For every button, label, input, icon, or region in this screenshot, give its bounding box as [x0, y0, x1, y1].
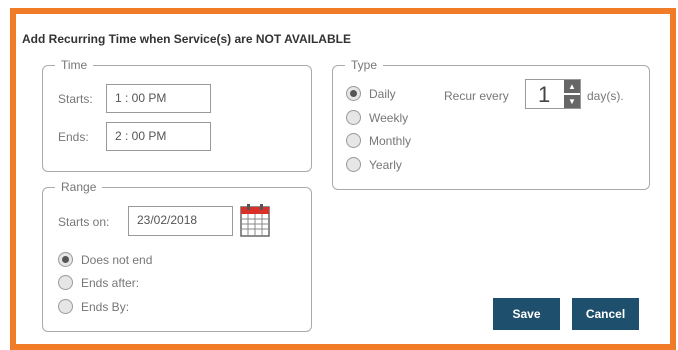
type-option-label: Daily [369, 86, 396, 101]
starts-on-label: Starts on: [58, 215, 110, 229]
range-legend: Range [61, 180, 97, 194]
type-option-label: Monthly [369, 133, 412, 148]
type-option-weekly[interactable]: Weekly [346, 110, 408, 125]
cancel-button[interactable]: Cancel [572, 298, 639, 330]
radio-icon[interactable] [58, 299, 73, 314]
type-option-daily[interactable]: Daily [346, 86, 396, 101]
range-option-ends-after[interactable]: Ends after: [58, 275, 139, 290]
range-option-label: Ends after: [81, 275, 140, 290]
range-option-does-not-end[interactable]: Does not end [58, 252, 152, 267]
radio-icon[interactable] [346, 86, 361, 101]
type-legend: Type [351, 58, 378, 72]
time-legend: Time [61, 58, 88, 72]
time-group: Time [42, 58, 312, 172]
range-option-label: Ends By: [81, 299, 130, 314]
radio-icon[interactable] [58, 275, 73, 290]
starts-label: Starts: [58, 92, 93, 106]
range-option-label: Does not end [81, 252, 153, 267]
recur-unit-label: day(s). [587, 89, 624, 103]
type-option-monthly[interactable]: Monthly [346, 133, 411, 148]
starts-time-input[interactable]: 1 : 00 PM [106, 84, 211, 113]
type-option-label: Weekly [369, 110, 409, 125]
stepper-down-icon[interactable]: ▼ [564, 95, 580, 108]
radio-icon[interactable] [346, 157, 361, 172]
dialog-title: Add Recurring Time when Service(s) are N… [22, 32, 351, 46]
save-button[interactable]: Save [493, 298, 560, 330]
range-option-ends-by[interactable]: Ends By: [58, 299, 129, 314]
stepper-up-icon[interactable]: ▲ [564, 80, 580, 93]
ends-time-input[interactable]: 2 : 00 PM [106, 122, 211, 151]
recur-every-stepper[interactable]: 1 ▲ ▼ [525, 79, 581, 109]
radio-icon[interactable] [346, 133, 361, 148]
type-option-yearly[interactable]: Yearly [346, 157, 402, 172]
type-option-label: Yearly [369, 157, 402, 172]
recur-every-value: 1 [538, 82, 551, 107]
radio-icon[interactable] [346, 110, 361, 125]
radio-icon[interactable] [58, 252, 73, 267]
starts-on-date-input[interactable]: 23/02/2018 [128, 206, 233, 236]
recur-every-label: Recur every [444, 89, 509, 103]
ends-label: Ends: [58, 130, 89, 144]
calendar-icon[interactable] [240, 203, 270, 237]
